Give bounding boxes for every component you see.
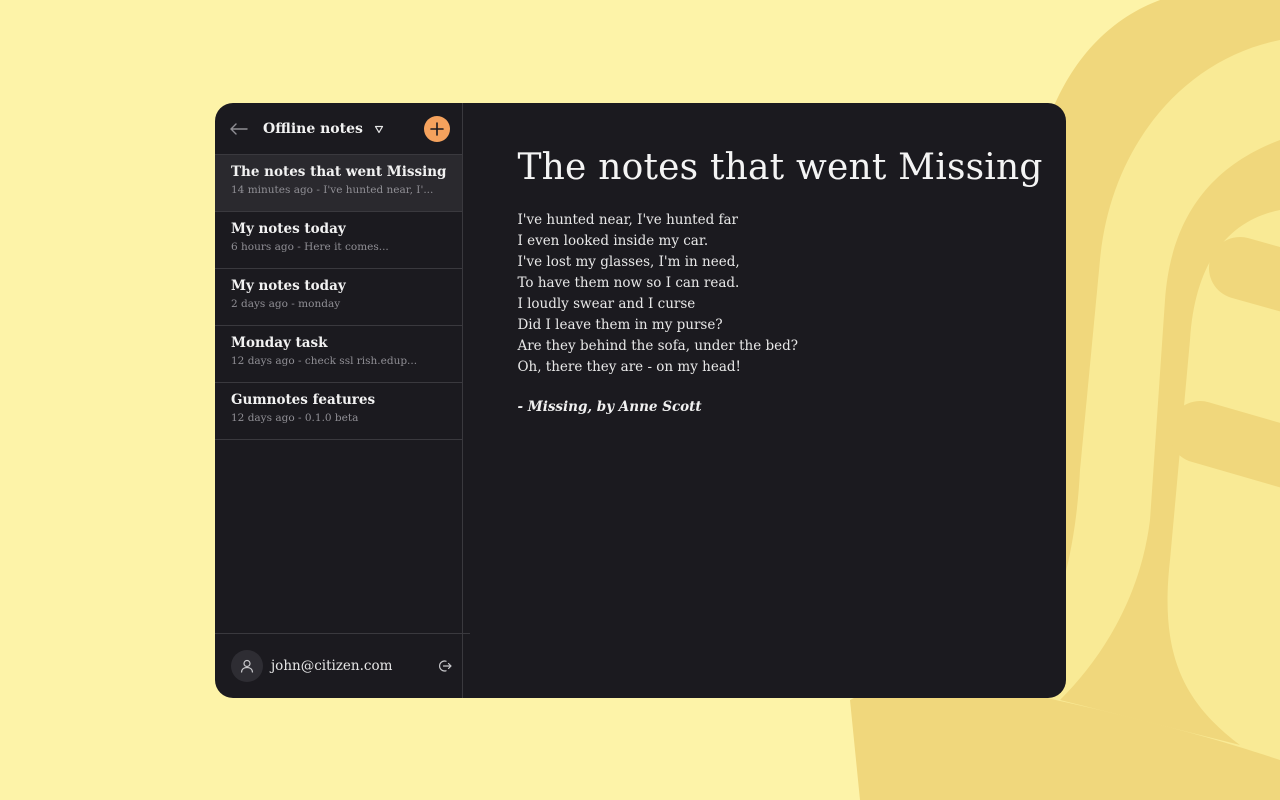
note-meta: 12 days ago - check ssl rish.edup... xyxy=(231,355,418,367)
note-meta: 12 days ago - 0.1.0 beta xyxy=(231,412,359,424)
add-note-button[interactable] xyxy=(424,115,451,142)
note-list-item[interactable]: Gumnotes features 12 days ago - 0.1.0 be… xyxy=(215,383,463,440)
user-icon xyxy=(240,659,254,673)
note-meta: 6 hours ago - Here it comes... xyxy=(231,241,389,253)
sidebar-header: Offline notes xyxy=(215,103,463,155)
note-title: Gumnotes features xyxy=(231,392,376,408)
user-email: john@citizen.com xyxy=(271,658,393,674)
note-signature: - Missing, by Anne Scott xyxy=(517,399,702,415)
notes-sidebar: Offline notes The notes that went Missin… xyxy=(215,103,470,698)
note-line: I even looked inside my car. xyxy=(517,233,709,249)
notebook-dropdown-button[interactable] xyxy=(373,123,385,135)
account-footer: john@citizen.com xyxy=(215,633,470,698)
note-line: Oh, there they are - on my head! xyxy=(517,359,741,375)
triangle-down-icon xyxy=(374,125,383,133)
note-title: Monday task xyxy=(231,335,328,351)
note-meta: 14 minutes ago - I've hunted near, I'... xyxy=(231,184,434,196)
note-title: The notes that went Missing xyxy=(231,164,447,180)
note-body[interactable]: I've hunted near, I've hunted far I even… xyxy=(517,210,1042,415)
note-heading[interactable]: The notes that went Missing xyxy=(517,147,1042,188)
avatar[interactable] xyxy=(231,650,263,682)
note-line: I've hunted near, I've hunted far xyxy=(517,212,739,228)
back-button[interactable] xyxy=(227,117,251,141)
note-list-item[interactable]: My notes today 6 hours ago - Here it com… xyxy=(215,212,463,269)
note-line: I've lost my glasses, I'm in need, xyxy=(517,254,740,270)
note-list-item[interactable]: The notes that went Missing 14 minutes a… xyxy=(215,155,463,212)
note-meta: 2 days ago - monday xyxy=(231,298,341,310)
note-title: My notes today xyxy=(231,278,346,294)
arrow-left-icon xyxy=(230,122,248,135)
logout-button[interactable] xyxy=(436,657,454,675)
note-editor[interactable]: The notes that went Missing I've hunted … xyxy=(463,103,1066,698)
notebook-title[interactable]: Offline notes xyxy=(263,121,363,137)
note-line: Are they behind the sofa, under the bed? xyxy=(517,338,798,354)
app-window: Offline notes The notes that went Missin… xyxy=(215,103,1066,698)
note-line: I loudly swear and I curse xyxy=(517,296,696,312)
plus-icon xyxy=(430,121,445,136)
note-title: My notes today xyxy=(231,221,346,237)
note-list-item[interactable]: My notes today 2 days ago - monday xyxy=(215,269,463,326)
logout-icon xyxy=(439,660,452,672)
note-list-item[interactable]: Monday task 12 days ago - check ssl rish… xyxy=(215,326,463,383)
note-line: To have them now so I can read. xyxy=(517,275,740,291)
note-line: Did I leave them in my purse? xyxy=(517,317,723,333)
